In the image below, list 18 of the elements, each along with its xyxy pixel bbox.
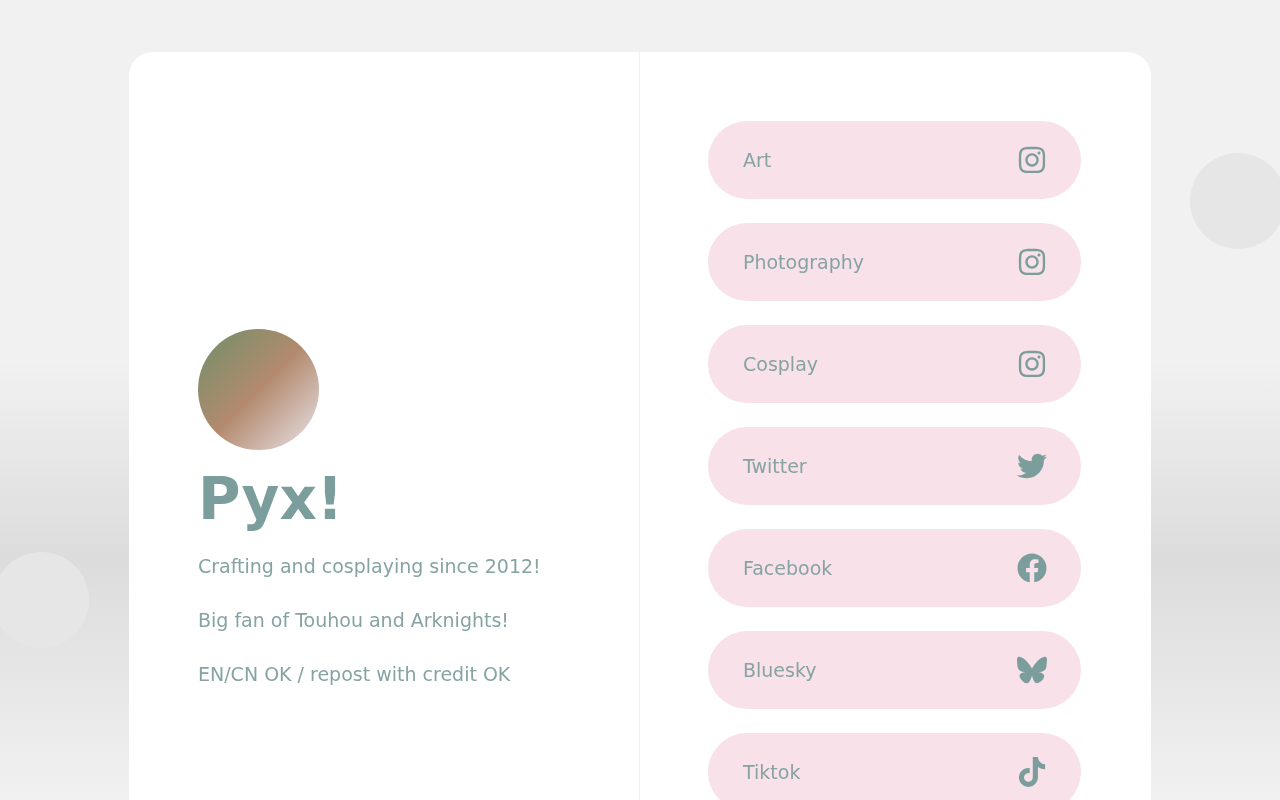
link-button[interactable]: Bluesky (708, 631, 1081, 709)
link-button[interactable]: Tiktok (708, 733, 1081, 800)
link-button[interactable]: Photography (708, 223, 1081, 301)
link-button[interactable]: Facebook (708, 529, 1081, 607)
bio-text: Big fan of Touhou and Arknights! (198, 607, 510, 632)
tiktok-icon (1017, 757, 1047, 787)
profile-name: Pyx! (198, 468, 345, 532)
facebook-icon (1017, 553, 1047, 583)
link-button[interactable]: Art (708, 121, 1081, 199)
twitter-icon (1017, 451, 1047, 481)
butterfly-icon (1017, 655, 1047, 685)
link-button[interactable]: Cosplay (708, 325, 1081, 403)
link-button[interactable]: Twitter (708, 427, 1081, 505)
bio-text: EN/CN OK / repost with credit OK (198, 661, 512, 686)
instagram-icon (1017, 247, 1047, 277)
instagram-icon (1017, 145, 1047, 175)
instagram-icon (1017, 349, 1047, 379)
bio-text: Crafting and cosplaying since 2012! (198, 553, 542, 578)
